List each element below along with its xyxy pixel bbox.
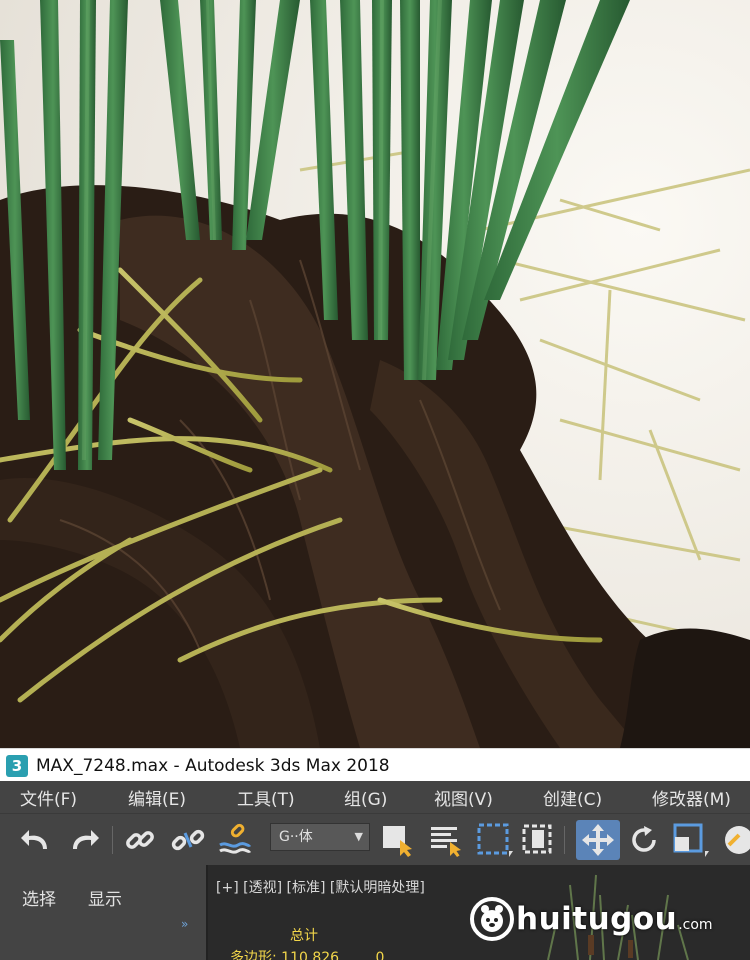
unlink-icon[interactable] (168, 820, 208, 860)
plant-render (0, 0, 750, 748)
select-rotate-icon[interactable] (624, 820, 664, 860)
menu-file[interactable]: 文件(F) (20, 785, 77, 810)
menu-group[interactable]: 组(G) (344, 785, 387, 810)
window-title: MAX_7248.max - Autodesk 3ds Max 2018 (36, 755, 390, 776)
bind-space-warp-icon[interactable] (214, 820, 254, 860)
stats-selected: 0 (375, 950, 385, 960)
menu-edit[interactable]: 编辑(E) (128, 785, 186, 810)
app-logo-icon[interactable]: 3 (6, 754, 28, 777)
select-move-icon[interactable] (576, 820, 620, 860)
watermark: huitugou .com (468, 895, 713, 943)
tab-select[interactable]: 选择 (22, 885, 56, 910)
menu-bar: 文件(F) 编辑(E) 工具(T) 组(G) 视图(V) 创建(C) 修改器(M… (0, 781, 750, 813)
watermark-logo-icon (470, 897, 514, 941)
window-crossing-icon[interactable] (518, 820, 558, 860)
link-icon[interactable] (120, 820, 160, 860)
snap-icon[interactable] (716, 820, 750, 860)
main-toolbar: G··体 ▼ (0, 813, 750, 866)
chevron-down-icon: ▼ (354, 830, 363, 843)
menu-create[interactable]: 创建(C) (543, 785, 602, 810)
selection-set-value: G··体 (279, 829, 313, 845)
menu-modifiers[interactable]: 修改器(M) (652, 785, 731, 810)
stats-label: 多边形: (230, 950, 277, 960)
select-by-name-icon[interactable] (426, 820, 466, 860)
redo-icon[interactable] (64, 820, 104, 860)
select-object-icon[interactable] (378, 820, 418, 860)
menu-tools[interactable]: 工具(T) (237, 785, 295, 810)
expand-chevron-icon[interactable]: » (181, 917, 188, 931)
command-panel: 选择 显示 » (0, 865, 206, 960)
stats-row: 多边形: 110,826 0 (230, 947, 384, 960)
undo-icon[interactable] (16, 820, 56, 860)
title-bar: 3 MAX_7248.max - Autodesk 3ds Max 2018 (0, 748, 750, 782)
render-image (0, 0, 750, 748)
stats-total: 110,826 (281, 950, 340, 960)
watermark-text: huitugou (516, 901, 678, 937)
tab-display[interactable]: 显示 (88, 885, 122, 910)
stats-title: 总计 (290, 928, 318, 944)
rectangular-selection-icon[interactable] (474, 820, 514, 860)
menu-views[interactable]: 视图(V) (434, 785, 493, 810)
viewport-label[interactable]: [+] [透视] [标准] [默认明暗处理] (216, 877, 425, 897)
select-scale-icon[interactable] (670, 820, 710, 860)
selection-set-dropdown[interactable]: G··体 ▼ (270, 823, 370, 851)
watermark-suffix: .com (678, 917, 713, 933)
